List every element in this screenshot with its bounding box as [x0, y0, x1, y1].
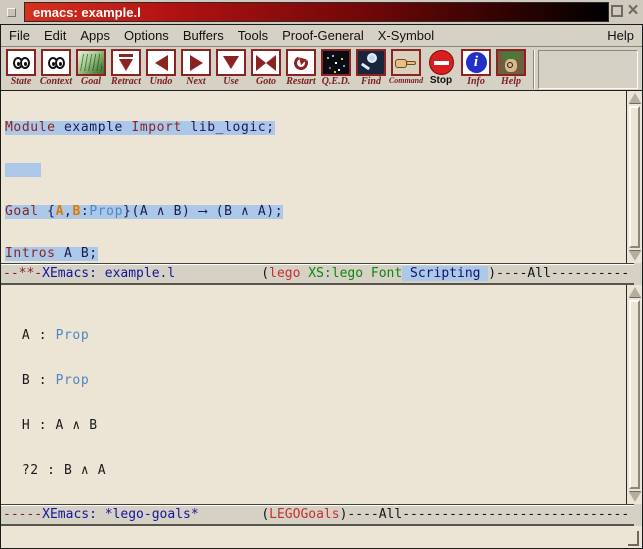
menu-item-buffers[interactable]: Buffers	[183, 28, 224, 43]
menu-item-apps[interactable]: Apps	[80, 28, 110, 43]
menubar: File Edit Apps Options Buffers Tools Pro…	[1, 25, 642, 47]
scroll-up-icon[interactable]	[629, 287, 641, 297]
toolbar-button-state[interactable]: State	[4, 49, 38, 87]
left-triangle-icon	[146, 49, 176, 76]
script-buffer[interactable]: Module example Import lib_logic; Goal {A…	[1, 91, 642, 263]
goals-scrollbar[interactable]	[626, 285, 642, 504]
no-entry-icon	[429, 50, 454, 75]
maximize-icon[interactable]	[611, 5, 623, 17]
eyes-icon	[41, 49, 71, 76]
menu-item-x-symbol[interactable]: X-Symbol	[378, 28, 434, 43]
toolbar-button-command[interactable]: Command	[389, 49, 423, 85]
toolbar-button-use[interactable]: Use	[214, 49, 248, 87]
toolbar-button-info[interactable]: i Info	[459, 49, 493, 87]
goal-flag-icon	[76, 49, 106, 76]
script-line: Goal {A,B:Prop}(A ∧ B) ⟶ (B ∧ A);	[5, 205, 642, 219]
officer-face-icon	[496, 49, 526, 76]
scroll-down-icon[interactable]	[629, 251, 641, 261]
toolbar-button-next[interactable]: Next	[179, 49, 213, 87]
toolbar-button-help[interactable]: Help	[494, 49, 528, 87]
modeline-goals[interactable]: -----XEmacs: *lego-goals* (LEGOGoals)---…	[1, 504, 634, 526]
script-line: Intros A B;	[5, 247, 642, 261]
info-circle-icon: i	[461, 49, 491, 76]
window-menu-icon[interactable]	[7, 8, 16, 17]
toolbar-button-goal[interactable]: Goal	[74, 49, 108, 87]
down-triangle-icon	[216, 49, 246, 76]
scroll-up-icon[interactable]	[629, 93, 641, 103]
goal-line: ?2 : B ∧ A	[5, 463, 642, 478]
menu-item-tools[interactable]: Tools	[238, 28, 268, 43]
toolbar-button-qed[interactable]: Q.E.D.	[319, 49, 353, 87]
menu-item-edit[interactable]: Edit	[44, 28, 66, 43]
scroll-down-icon[interactable]	[629, 492, 641, 502]
toolbar-button-retract[interactable]: Retract	[109, 49, 143, 87]
toolbar-button-find[interactable]: Find	[354, 49, 388, 87]
circular-arrow-icon	[286, 49, 316, 76]
window-frame: File Edit Apps Options Buffers Tools Pro…	[0, 24, 643, 549]
script-scrollbar[interactable]	[626, 91, 642, 263]
toolbar-spacer	[538, 50, 638, 89]
bowtie-icon	[251, 49, 281, 76]
fireworks-icon	[321, 49, 351, 76]
close-icon[interactable]: ×	[625, 5, 641, 17]
goals-buffer[interactable]: A : Prop B : Prop H : A ∧ B ?2 : B ∧ A	[1, 285, 642, 504]
scrollbar-thumb[interactable]	[629, 300, 640, 489]
titlebar[interactable]: emacs: example.l ×	[0, 0, 643, 24]
goal-line: B : Prop	[5, 373, 642, 388]
script-line	[5, 163, 642, 177]
magnifier-icon	[356, 49, 386, 76]
right-triangle-icon	[181, 49, 211, 76]
pointing-hand-icon	[391, 49, 421, 76]
menu-item-file[interactable]: File	[9, 28, 30, 43]
toolbar-button-goto[interactable]: Goto	[249, 49, 283, 87]
goal-line: A : Prop	[5, 328, 642, 343]
retract-icon	[111, 49, 141, 76]
modeline-script[interactable]: --**-XEmacs: example.l (lego XS:lego Fon…	[1, 263, 634, 285]
toolbar-divider	[533, 50, 535, 89]
scrollbar-thumb[interactable]	[629, 106, 640, 248]
resize-grip[interactable]	[628, 531, 639, 546]
goal-line: H : A ∧ B	[5, 418, 642, 433]
menu-item-options[interactable]: Options	[124, 28, 169, 43]
toolbar-button-restart[interactable]: Restart	[284, 49, 318, 87]
toolbar-button-undo[interactable]: Undo	[144, 49, 178, 87]
menu-item-proof-general[interactable]: Proof-General	[282, 28, 364, 43]
eyes-icon	[6, 49, 36, 76]
minibuffer-echo-area[interactable]	[1, 526, 642, 548]
toolbar: State Context Goal Retract Undo	[1, 47, 642, 91]
xemacs-window: emacs: example.l × File Edit Apps Option…	[0, 0, 643, 549]
menu-item-help[interactable]: Help	[607, 28, 634, 43]
toolbar-button-context[interactable]: Context	[39, 49, 73, 87]
toolbar-button-stop[interactable]: Stop	[424, 49, 458, 86]
script-line: Module example Import lib_logic;	[5, 121, 642, 135]
window-title: emacs: example.l	[24, 2, 609, 22]
